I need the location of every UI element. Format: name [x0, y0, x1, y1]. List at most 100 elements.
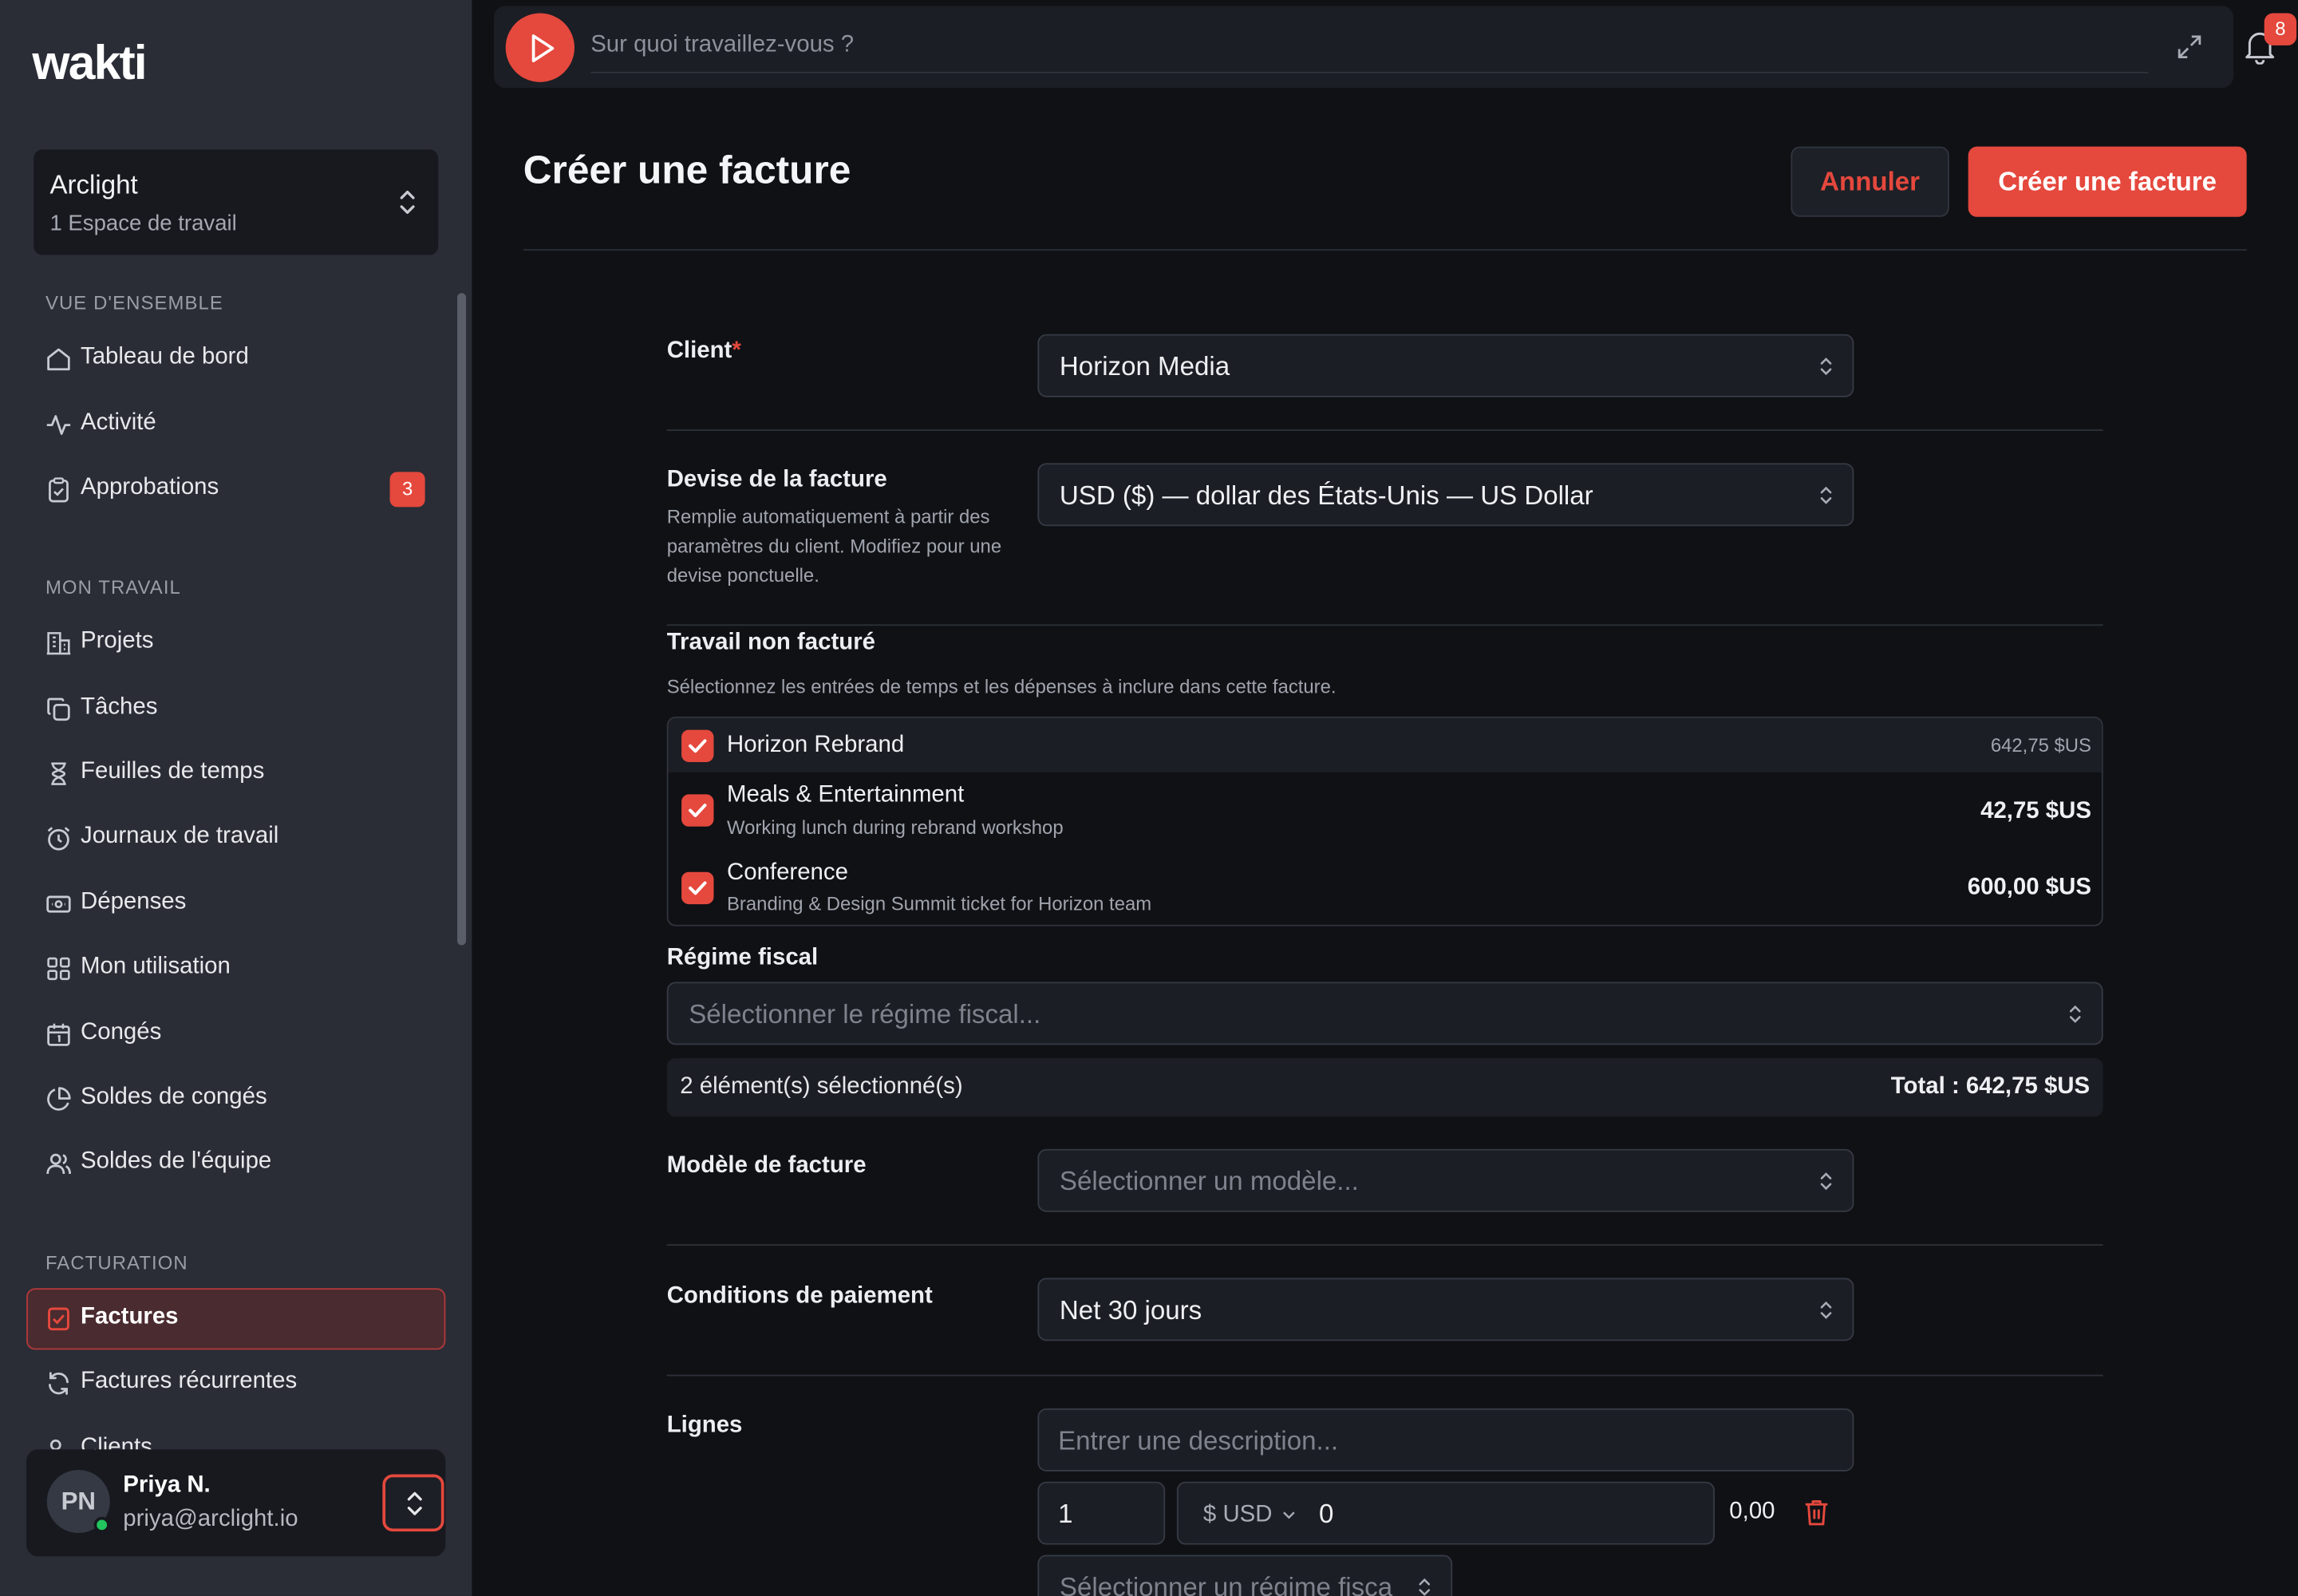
client-label: Client*: [667, 338, 741, 365]
sidebar-scrollbar[interactable]: [457, 293, 467, 946]
sidebar-item-expenses[interactable]: Dépenses: [26, 874, 445, 935]
check-icon: [689, 739, 707, 753]
project-group-row[interactable]: Horizon Rebrand 642,75 $US: [668, 717, 2102, 772]
sidebar-item-label: Dépenses: [81, 889, 187, 915]
building-icon: [46, 632, 71, 655]
expand-icon[interactable]: [2176, 34, 2202, 60]
currency-help-text: Remplie automatiquement à partir des par…: [666, 505, 1002, 587]
line-price-input[interactable]: $ USD 0: [1176, 1481, 1715, 1545]
line-description-placeholder: Entrer une description...: [1058, 1425, 1339, 1456]
template-select[interactable]: Sélectionner un modèle...: [1037, 1148, 1854, 1212]
project-group-checkbox[interactable]: [681, 729, 714, 762]
item-amount: 600,00 $US: [1967, 875, 2091, 900]
online-status-dot: [93, 1516, 110, 1533]
sidebar-item-label: Factures: [81, 1304, 179, 1329]
sidebar-item-recurring-invoices[interactable]: Factures récurrentes: [26, 1353, 445, 1414]
workspace-switcher[interactable]: Arclight 1 Espace de travail: [34, 149, 439, 255]
start-timer-button[interactable]: [505, 13, 574, 82]
trash-icon[interactable]: [1802, 1498, 1830, 1527]
currency-label: Devise de la facture: [666, 467, 887, 493]
user-name: Priya N.: [123, 1472, 211, 1498]
invoice-check-icon: [48, 1307, 69, 1331]
unbilled-work-list: Horizon Rebrand 642,75 $US Meals & Enter…: [666, 717, 2103, 926]
users-icon: [46, 1153, 71, 1175]
sidebar-item-activity[interactable]: Activité: [26, 394, 445, 456]
sidebar-item-team-balances[interactable]: Soldes de l'équipe: [26, 1133, 445, 1195]
sidebar-item-timesheets[interactable]: Feuilles de temps: [26, 743, 445, 804]
project-group-amount: 642,75 $US: [1990, 734, 2091, 757]
user-menu[interactable]: PN Priya N. priya@arclight.io: [26, 1449, 446, 1557]
item-subtitle: Branding & Design Summit ticket for Hori…: [727, 892, 1152, 915]
activity-icon: [46, 415, 71, 435]
item-checkbox[interactable]: [681, 871, 714, 905]
chevrons-up-down-icon: [1820, 486, 1832, 504]
line-quantity-value: 1: [1058, 1499, 1073, 1529]
cancel-button[interactable]: Annuler: [1791, 146, 1949, 217]
sidebar-item-label: Activité: [81, 410, 156, 436]
sidebar-item-label: Soldes de congés: [81, 1084, 267, 1110]
chevrons-up-down-icon: [2069, 1005, 2081, 1023]
divider: [666, 624, 2103, 626]
timer-input-underline: [590, 71, 2149, 73]
alarm-clock-icon: [47, 827, 70, 851]
item-title: Conference: [727, 860, 848, 886]
sidebar-item-tasks[interactable]: Tâches: [26, 678, 445, 740]
chevron-down-icon: [1283, 1511, 1295, 1519]
tax-regime-select[interactable]: Sélectionner le régime fiscal...: [666, 982, 2103, 1045]
line-tax-regime-placeholder: Sélectionner un régime fisca: [1059, 1572, 1393, 1596]
currency-select[interactable]: USD ($) — dollar des États-Unis — US Dol…: [1037, 463, 1854, 527]
section-my-work: MON TRAVAIL: [45, 575, 181, 598]
page-title: Créer une facture: [523, 148, 851, 192]
timer-description-input[interactable]: Sur quoi travaillez-vous ?: [590, 32, 854, 58]
template-placeholder: Sélectionner un modèle...: [1059, 1166, 1359, 1196]
chevrons-up-down-icon: [1820, 1172, 1832, 1191]
line-price-value: 0: [1319, 1499, 1334, 1529]
sidebar-item-leave-balances[interactable]: Soldes de congés: [26, 1069, 445, 1130]
list-item[interactable]: Meals & Entertainment Working lunch duri…: [669, 772, 2102, 848]
workspace-name: Arclight: [49, 170, 138, 200]
line-total: 0,00: [1729, 1499, 1775, 1524]
sidebar-item-dashboard[interactable]: Tableau de bord: [26, 328, 445, 389]
pie-chart-icon: [47, 1087, 71, 1111]
app-logo[interactable]: wakti: [32, 35, 147, 91]
payment-terms-select[interactable]: Net 30 jours: [1037, 1278, 1854, 1341]
client-select[interactable]: Horizon Media: [1037, 334, 1854, 397]
create-invoice-button[interactable]: Créer une facture: [1968, 146, 2247, 217]
sidebar-item-my-usage[interactable]: Mon utilisation: [26, 938, 445, 999]
user-menu-toggle[interactable]: [382, 1474, 444, 1532]
item-title: Meals & Entertainment: [727, 782, 965, 808]
sidebar-item-label: Tâches: [81, 694, 158, 720]
item-amount: 42,75 $US: [1980, 798, 2091, 824]
sidebar-item-label: Projets: [81, 628, 154, 654]
sidebar-item-worklogs[interactable]: Journaux de travail: [26, 808, 445, 869]
clipboard-check-icon: [49, 477, 69, 503]
sidebar-item-approvals[interactable]: Approbations 3: [26, 459, 445, 520]
line-description-input[interactable]: Entrer une description...: [1037, 1408, 1854, 1472]
item-checkbox[interactable]: [681, 794, 714, 827]
play-icon: [531, 34, 555, 63]
section-billing: FACTURATION: [45, 1251, 188, 1274]
selected-count: 2 élément(s) sélectionné(s): [680, 1074, 963, 1100]
copy-icon: [47, 697, 70, 721]
approvals-count-badge: 3: [389, 472, 425, 508]
line-tax-regime-select[interactable]: Sélectionner un régime fisca: [1037, 1555, 1453, 1596]
list-item[interactable]: Conference Branding & Design Summit tick…: [669, 848, 2102, 924]
chevrons-up-down-icon: [1419, 1578, 1431, 1596]
currency-dropdown[interactable]: $ USD: [1203, 1502, 1273, 1528]
sidebar-item-leaves[interactable]: Congés: [26, 1004, 445, 1065]
workspace-count: 1 Espace de travail: [49, 211, 237, 236]
payment-terms-label: Conditions de paiement: [666, 1283, 933, 1309]
chevrons-up-down-icon: [400, 190, 415, 214]
home-icon: [47, 348, 70, 371]
app-root: wakti Arclight 1 Espace de travail VUE D…: [0, 0, 2298, 1596]
payment-terms-value: Net 30 jours: [1059, 1295, 1202, 1325]
sidebar-item-label: Soldes de l'équipe: [81, 1148, 272, 1175]
sidebar-item-invoices[interactable]: Factures: [26, 1288, 446, 1350]
sidebar-item-label: Factures récurrentes: [81, 1369, 298, 1394]
selected-total: Total : 642,75 $US: [1890, 1074, 2091, 1100]
sidebar-item-label: Journaux de travail: [81, 824, 279, 849]
sidebar-item-label: Congés: [81, 1020, 162, 1045]
line-quantity-input[interactable]: 1: [1037, 1481, 1166, 1545]
sidebar-item-projects[interactable]: Projets: [26, 613, 445, 674]
sidebar-item-label: Mon utilisation: [81, 954, 231, 979]
